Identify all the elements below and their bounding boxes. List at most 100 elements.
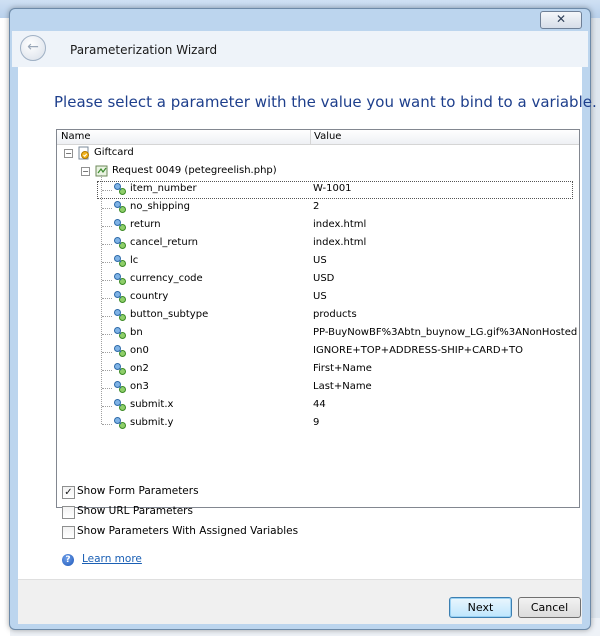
- show-assigned-variables-checkbox[interactable]: [62, 526, 75, 539]
- tree-guide-branch: [102, 316, 112, 317]
- tree-request-label: Request 0049 (petegreelish.php): [112, 165, 277, 176]
- parameter-row[interactable]: no_shipping 2: [57, 199, 579, 217]
- parameter-row[interactable]: on2 First+Name: [57, 361, 579, 379]
- wizard-window: ✕ ← Parameterization Wizard Please selec…: [9, 8, 597, 630]
- collapse-toggle-icon[interactable]: −: [64, 149, 73, 158]
- tree-guide-branch: [102, 406, 112, 407]
- parameter-icon: [114, 381, 126, 393]
- parameter-row[interactable]: submit.x 44: [57, 397, 579, 415]
- tree-guide-branch: [102, 244, 112, 245]
- parameter-name: submit.y: [130, 417, 174, 428]
- show-url-parameters-checkbox[interactable]: [62, 506, 75, 519]
- parameter-name: item_number: [130, 183, 197, 194]
- parameter-row[interactable]: bn PP-BuyNowBF%3Abtn_buynow_LG.gif%3ANonH…: [57, 325, 579, 343]
- parameter-icon: [114, 417, 126, 429]
- parameter-icon: [114, 345, 126, 357]
- parameter-value: USD: [313, 273, 335, 284]
- parameter-icon: [114, 183, 126, 195]
- parameter-row[interactable]: on3 Last+Name: [57, 379, 579, 397]
- collapse-toggle-icon[interactable]: −: [81, 167, 90, 176]
- parameter-icon: [114, 327, 126, 339]
- parameter-value: W-1001: [313, 183, 352, 194]
- parameter-icon: [114, 363, 126, 375]
- tree-guide-branch: [102, 262, 112, 263]
- tree-guide-branch: [102, 298, 112, 299]
- instruction-text: Please select a parameter with the value…: [54, 93, 597, 111]
- column-header-name[interactable]: Name: [61, 131, 91, 142]
- tree-guide-branch: [102, 190, 112, 191]
- wizard-footer: Next Cancel: [18, 579, 582, 624]
- parameter-value: US: [313, 291, 327, 302]
- column-separator[interactable]: [310, 130, 311, 144]
- tree-guide-branch: [102, 208, 112, 209]
- parameter-row[interactable]: currency_code USD: [57, 271, 579, 289]
- parameter-value: PP-BuyNowBF%3Abtn_buynow_LG.gif%3ANonHos…: [313, 327, 578, 338]
- parameter-value: First+Name: [313, 363, 372, 374]
- tree-guide-line: [101, 175, 102, 424]
- parameter-row[interactable]: item_number W-1001: [57, 181, 579, 199]
- back-button[interactable]: ←: [20, 35, 46, 61]
- tree-row-root[interactable]: − Giftcard: [57, 145, 579, 163]
- parameter-name: country: [130, 291, 169, 302]
- parameter-value: products: [313, 309, 357, 320]
- show-url-parameters-label: Show URL Parameters: [77, 505, 193, 517]
- next-button[interactable]: Next: [449, 597, 512, 618]
- tree-guide-branch: [102, 280, 112, 281]
- parameter-row[interactable]: submit.y 9: [57, 415, 579, 433]
- column-header-value[interactable]: Value: [314, 131, 341, 142]
- tree-row-request[interactable]: − Request 0049 (petegreelish.php): [57, 163, 579, 181]
- wizard-header: ← Parameterization Wizard: [12, 31, 588, 67]
- parameter-icon: [114, 309, 126, 321]
- parameter-row[interactable]: lc US: [57, 253, 579, 271]
- tree-guide-branch: [102, 370, 112, 371]
- learn-more-link[interactable]: Learn more: [82, 553, 142, 565]
- parameter-icon: [114, 399, 126, 411]
- parameter-name: no_shipping: [130, 201, 190, 212]
- help-icon: ?: [62, 554, 74, 566]
- parameter-tree-grid[interactable]: Name Value − Giftcard − Request 0049 (pe…: [56, 129, 580, 508]
- grid-header: Name Value: [57, 130, 579, 145]
- close-icon: ✕: [555, 12, 567, 26]
- tree-guide-branch: [102, 424, 112, 425]
- show-form-parameters-label: Show Form Parameters: [77, 485, 199, 497]
- parameter-name: submit.x: [130, 399, 174, 410]
- tree-guide-branch: [102, 388, 112, 389]
- parameter-name: on3: [130, 381, 149, 392]
- parameter-icon: [114, 255, 126, 267]
- tree-root-label: Giftcard: [94, 147, 134, 158]
- parameter-icon: [114, 219, 126, 231]
- tree-guide-branch: [102, 352, 112, 353]
- cancel-button[interactable]: Cancel: [518, 597, 581, 618]
- parameter-name: bn: [130, 327, 143, 338]
- parameter-value: IGNORE+TOP+ADDRESS-SHIP+CARD+TO: [313, 345, 523, 356]
- back-arrow-icon: ←: [27, 39, 39, 55]
- parameter-name: on2: [130, 363, 149, 374]
- wizard-title: Parameterization Wizard: [70, 43, 218, 57]
- parameter-icon: [114, 273, 126, 285]
- wizard-content: Please select a parameter with the value…: [18, 67, 597, 579]
- parameter-row[interactable]: return index.html: [57, 217, 579, 235]
- parameter-value: 44: [313, 399, 326, 410]
- parameter-value: index.html: [313, 219, 367, 230]
- tree-guide-branch: [102, 334, 112, 335]
- script-icon: [78, 146, 89, 160]
- request-icon: [95, 165, 108, 177]
- parameter-name: cancel_return: [130, 237, 198, 248]
- parameter-row[interactable]: on0 IGNORE+TOP+ADDRESS-SHIP+CARD+TO: [57, 343, 579, 361]
- title-bar: ✕: [10, 9, 590, 33]
- parameter-name: currency_code: [130, 273, 203, 284]
- parameter-row[interactable]: button_subtype products: [57, 307, 579, 325]
- parameter-icon: [114, 201, 126, 213]
- parameter-row[interactable]: country US: [57, 289, 579, 307]
- show-assigned-variables-label: Show Parameters With Assigned Variables: [77, 525, 299, 537]
- parameter-icon: [114, 237, 126, 249]
- parameter-name: lc: [130, 255, 139, 266]
- parameter-name: return: [130, 219, 161, 230]
- show-form-parameters-checkbox[interactable]: ✓: [62, 486, 75, 499]
- close-button[interactable]: ✕: [540, 11, 582, 29]
- parameter-name: button_subtype: [130, 309, 209, 320]
- parameter-value: US: [313, 255, 327, 266]
- parameter-row[interactable]: cancel_return index.html: [57, 235, 579, 253]
- parameter-name: on0: [130, 345, 149, 356]
- tree-guide-branch: [102, 226, 112, 227]
